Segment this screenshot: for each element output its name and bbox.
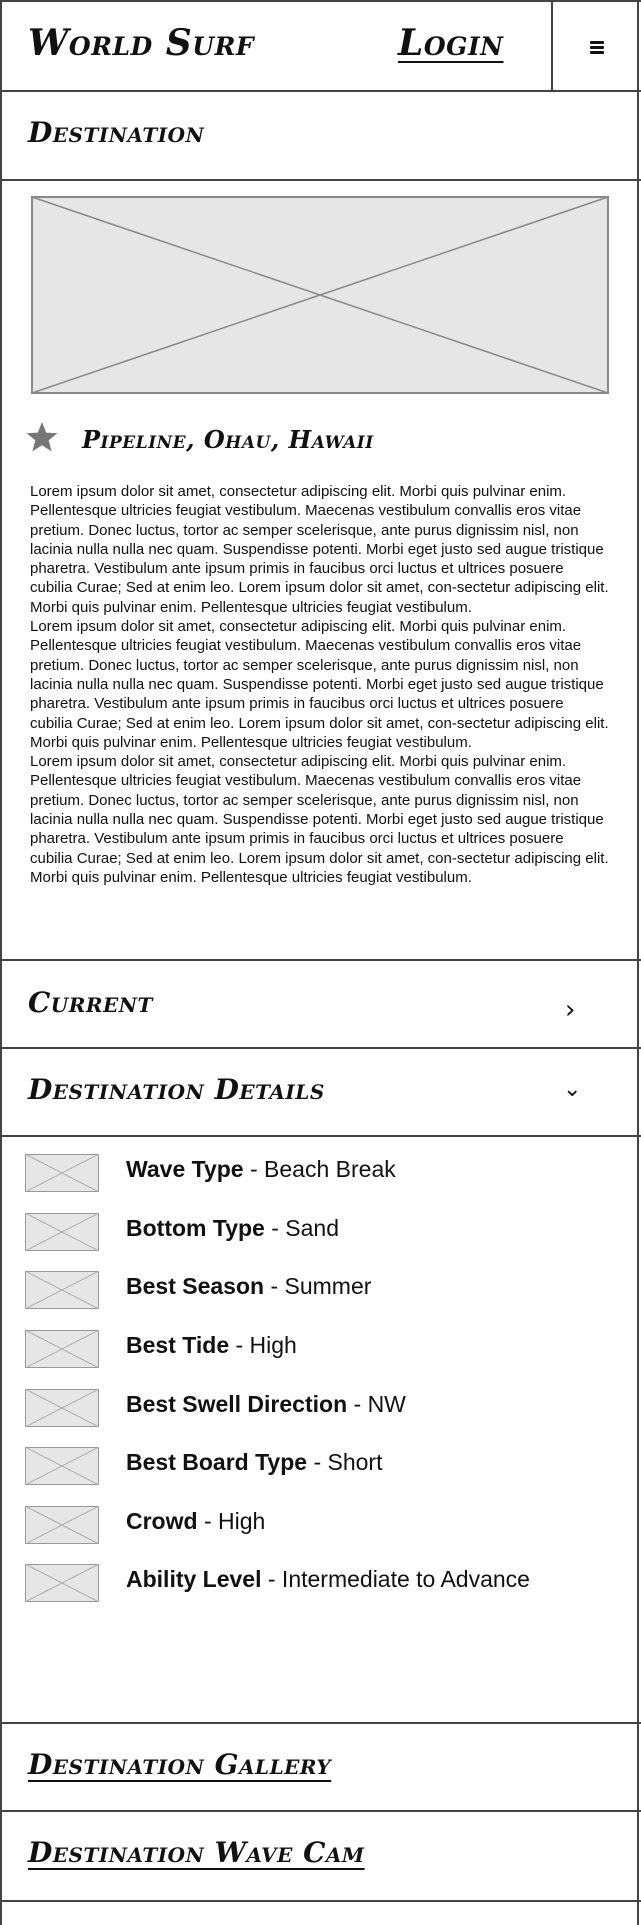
detail-value: - NW [353, 1391, 406, 1417]
detail-item: Best Season - Summer [0, 1269, 641, 1309]
detail-item: Ability Level - Intermediate to Advance [0, 1562, 641, 1602]
detail-value: - Sand [271, 1215, 339, 1241]
page-title: Destination [28, 116, 205, 149]
description-paragraph: Lorem ipsum dolor sit amet, consectetur … [30, 483, 609, 616]
details-label: Destination Details [28, 1073, 325, 1106]
chevron-right-icon: › [565, 995, 576, 1025]
details-accordion[interactable]: Destination Details ⌄ [0, 1049, 641, 1137]
detail-label: Wave Type [126, 1156, 244, 1182]
destination-wave-cam-link[interactable]: Destination Wave Cam [28, 1836, 365, 1869]
hero-image-placeholder [31, 196, 609, 394]
hamburger-menu-icon [590, 39, 604, 56]
brand-logo[interactable]: World Surf [28, 22, 254, 64]
destination-gallery-link[interactable]: Destination Gallery [28, 1748, 331, 1781]
detail-value: - High [235, 1332, 297, 1358]
detail-item: Wave Type - Beach Break [0, 1152, 641, 1192]
star-icon[interactable] [25, 421, 59, 453]
detail-item: Best Swell Direction - NW [0, 1387, 641, 1427]
wave-cam-section: Destination Wave Cam [0, 1812, 641, 1902]
detail-thumbnail [25, 1213, 99, 1251]
detail-label: Crowd [126, 1508, 198, 1534]
detail-thumbnail [25, 1447, 99, 1485]
detail-value: - Intermediate to Advance [267, 1566, 530, 1592]
chevron-down-icon: ⌄ [563, 1077, 582, 1102]
detail-item: Crowd - High [0, 1504, 641, 1544]
current-accordion[interactable]: Current › [0, 959, 641, 1049]
detail-value: - Summer [270, 1273, 372, 1299]
detail-item: Best Board Type - Short [0, 1445, 641, 1485]
detail-thumbnail [25, 1506, 99, 1544]
detail-label: Ability Level [126, 1566, 262, 1592]
detail-label: Best Board Type [126, 1449, 308, 1475]
detail-label: Bottom Type [126, 1215, 265, 1241]
top-header: World Surf Login [0, 0, 641, 92]
description-paragraph: Lorem ipsum dolor sit amet, consectetur … [30, 753, 609, 886]
description-paragraph: Lorem ipsum dolor sit amet, consectetur … [30, 618, 609, 751]
description-text: Lorem ipsum dolor sit amet, consectetur … [30, 482, 610, 887]
detail-thumbnail [25, 1271, 99, 1309]
detail-thumbnail [25, 1154, 99, 1192]
detail-value: - Short [313, 1449, 383, 1475]
gallery-section: Destination Gallery [0, 1722, 641, 1812]
detail-value: - High [203, 1508, 266, 1534]
detail-value: - Beach Break [250, 1156, 396, 1182]
spot-name: Pipeline, Ohau, Hawaii [82, 425, 374, 454]
detail-thumbnail [25, 1564, 99, 1602]
detail-item: Best Tide - High [0, 1328, 641, 1368]
section-header: Destination [0, 92, 641, 181]
detail-item: Bottom Type - Sand [0, 1211, 641, 1251]
current-label: Current [28, 986, 153, 1019]
login-link[interactable]: Login [398, 22, 504, 64]
detail-label: Best Tide [126, 1332, 230, 1358]
detail-thumbnail [25, 1330, 99, 1368]
menu-button[interactable] [551, 2, 641, 92]
detail-label: Best Swell Direction [126, 1391, 348, 1417]
detail-label: Best Season [126, 1273, 265, 1299]
detail-thumbnail [25, 1389, 99, 1427]
